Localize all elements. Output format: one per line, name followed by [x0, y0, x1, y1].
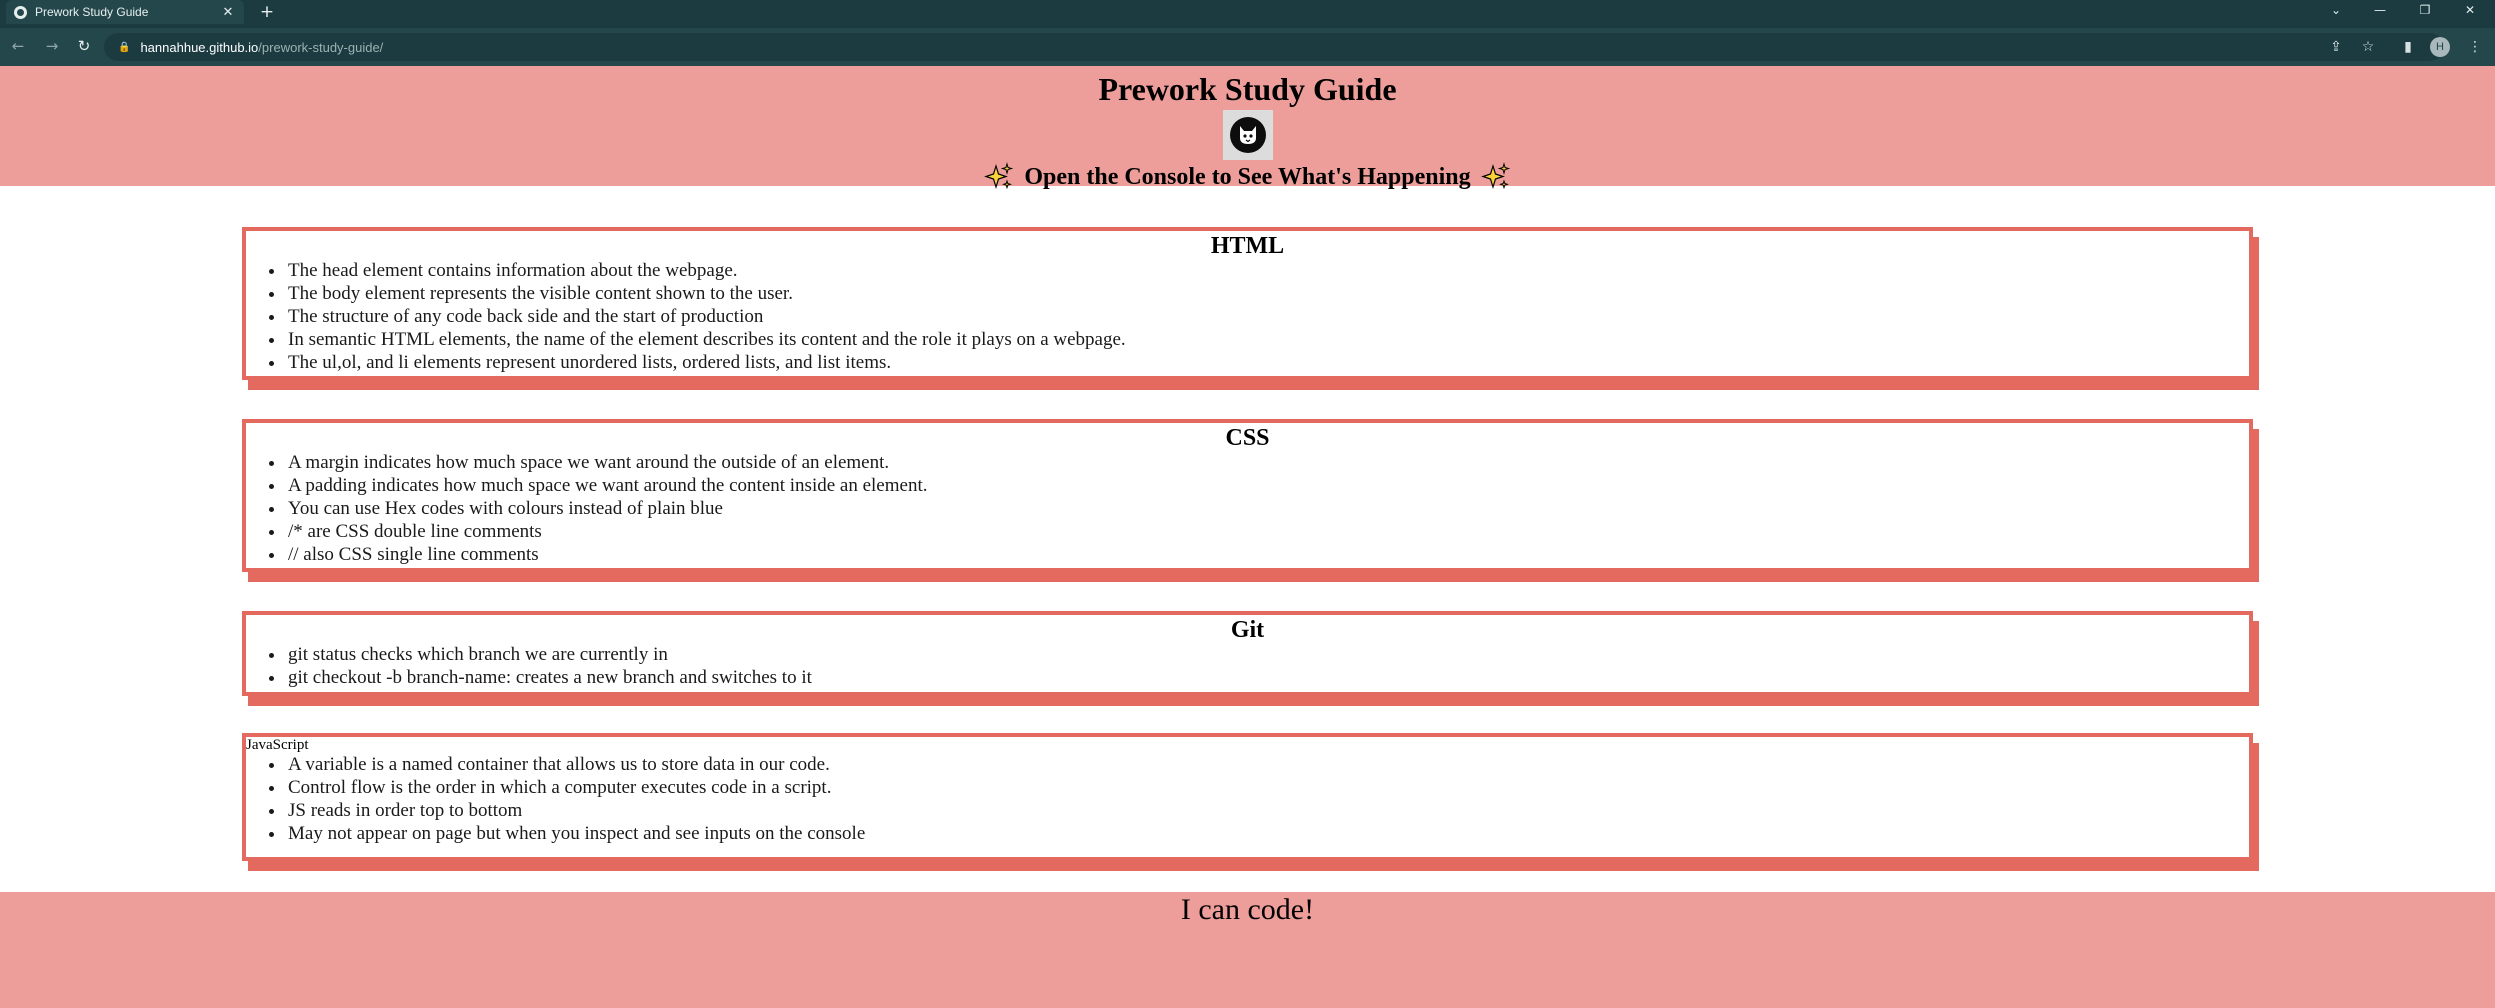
footer-text: I can code! [1180, 893, 1315, 926]
profile-avatar[interactable]: H [2430, 37, 2450, 57]
javascript-section: JavaScript A variable is a named contain… [242, 733, 2253, 861]
list-item: JS reads in order top to bottom [286, 799, 2249, 822]
html-list: The head element contains information ab… [286, 259, 2249, 374]
bookmark-star-icon[interactable]: ☆ [2358, 37, 2378, 57]
list-item: The head element contains information ab… [286, 259, 2249, 282]
url-path: /prework-study-guide/ [258, 39, 384, 55]
list-item: /* are CSS double line comments [286, 520, 2249, 543]
logo [1222, 110, 1273, 160]
list-item: A margin indicates how much space we wan… [286, 451, 2249, 474]
new-tab-button[interactable]: + [257, 2, 277, 22]
css-section: CSS A margin indicates how much space we… [242, 419, 2253, 572]
back-icon[interactable]: ← [8, 36, 28, 56]
kebab-menu-icon[interactable]: ⋮ [2465, 37, 2485, 57]
tab-search-icon[interactable]: ⌄ [2316, 0, 2356, 22]
browser-tab[interactable]: Prework Study Guide ✕ [6, 0, 244, 24]
list-item: git checkout -b branch-name: creates a n… [286, 666, 2249, 689]
tab-strip: Prework Study Guide ✕ + ⌄ — ❐ ✕ [0, 0, 2495, 24]
subtitle-text: Open the Console to See What's Happening [1024, 164, 1471, 190]
section-title: CSS [1225, 425, 1270, 451]
browser-chrome: Prework Study Guide ✕ + ⌄ — ❐ ✕ ← → ↻ 🔒 … [0, 0, 2495, 66]
list-item: A variable is a named container that all… [286, 753, 2249, 776]
forward-icon[interactable]: → [42, 36, 62, 56]
list-item: The ul,ol, and li elements represent uno… [286, 351, 2249, 374]
javascript-list: A variable is a named container that all… [286, 753, 2249, 845]
list-item: In semantic HTML elements, the name of t… [286, 328, 2249, 351]
sparkles-icon [984, 162, 1014, 190]
address-bar[interactable]: 🔒 hannahhue.github.io /prework-study-gui… [104, 33, 2444, 61]
section-title: JavaScript [246, 737, 309, 753]
list-item: You can use Hex codes with colours inste… [286, 497, 2249, 520]
reload-icon[interactable]: ↻ [74, 36, 94, 56]
section-title: HTML [1210, 233, 1285, 259]
section-title: Git [1230, 617, 1265, 643]
page-content: Prework Study Guide Open the Console to … [0, 66, 2495, 1008]
list-item: // also CSS single line comments [286, 543, 2249, 566]
css-list: A margin indicates how much space we wan… [286, 451, 2249, 566]
close-tab-icon[interactable]: ✕ [220, 4, 236, 20]
browser-toolbar: ← → ↻ 🔒 hannahhue.github.io /prework-stu… [0, 28, 2495, 66]
git-section: Git git status checks which branch we ar… [242, 611, 2253, 696]
list-item: May not appear on page but when you insp… [286, 822, 2249, 845]
share-icon[interactable]: ⇪ [2326, 37, 2346, 57]
page-subtitle: Open the Console to See What's Happening [0, 162, 2495, 192]
html-section: HTML The head element contains informati… [242, 227, 2253, 380]
page-header: Prework Study Guide Open the Console to … [0, 66, 2495, 190]
list-item: git status checks which branch we are cu… [286, 643, 2249, 666]
globe-icon [14, 5, 27, 19]
sparkles-icon [1480, 162, 1510, 190]
cat-logo-icon [1229, 117, 1266, 153]
list-item: Control flow is the order in which a com… [286, 776, 2249, 799]
url-host: hannahhue.github.io [140, 39, 259, 55]
side-panel-icon[interactable]: ▮ [2398, 37, 2418, 57]
git-list: git status checks which branch we are cu… [286, 643, 2249, 689]
tab-title: Prework Study Guide [35, 5, 149, 19]
lock-icon[interactable]: 🔒 [118, 42, 130, 53]
list-item: The structure of any code back side and … [286, 305, 2249, 328]
list-item: The body element represents the visible … [286, 282, 2249, 305]
window-close-icon[interactable]: ✕ [2450, 0, 2490, 22]
page-title: Prework Study Guide [1098, 71, 1397, 107]
list-item: A padding indicates how much space we wa… [286, 474, 2249, 497]
minimize-icon[interactable]: — [2360, 0, 2400, 22]
restore-icon[interactable]: ❐ [2405, 0, 2445, 22]
page-footer: I can code! [0, 892, 2495, 1008]
